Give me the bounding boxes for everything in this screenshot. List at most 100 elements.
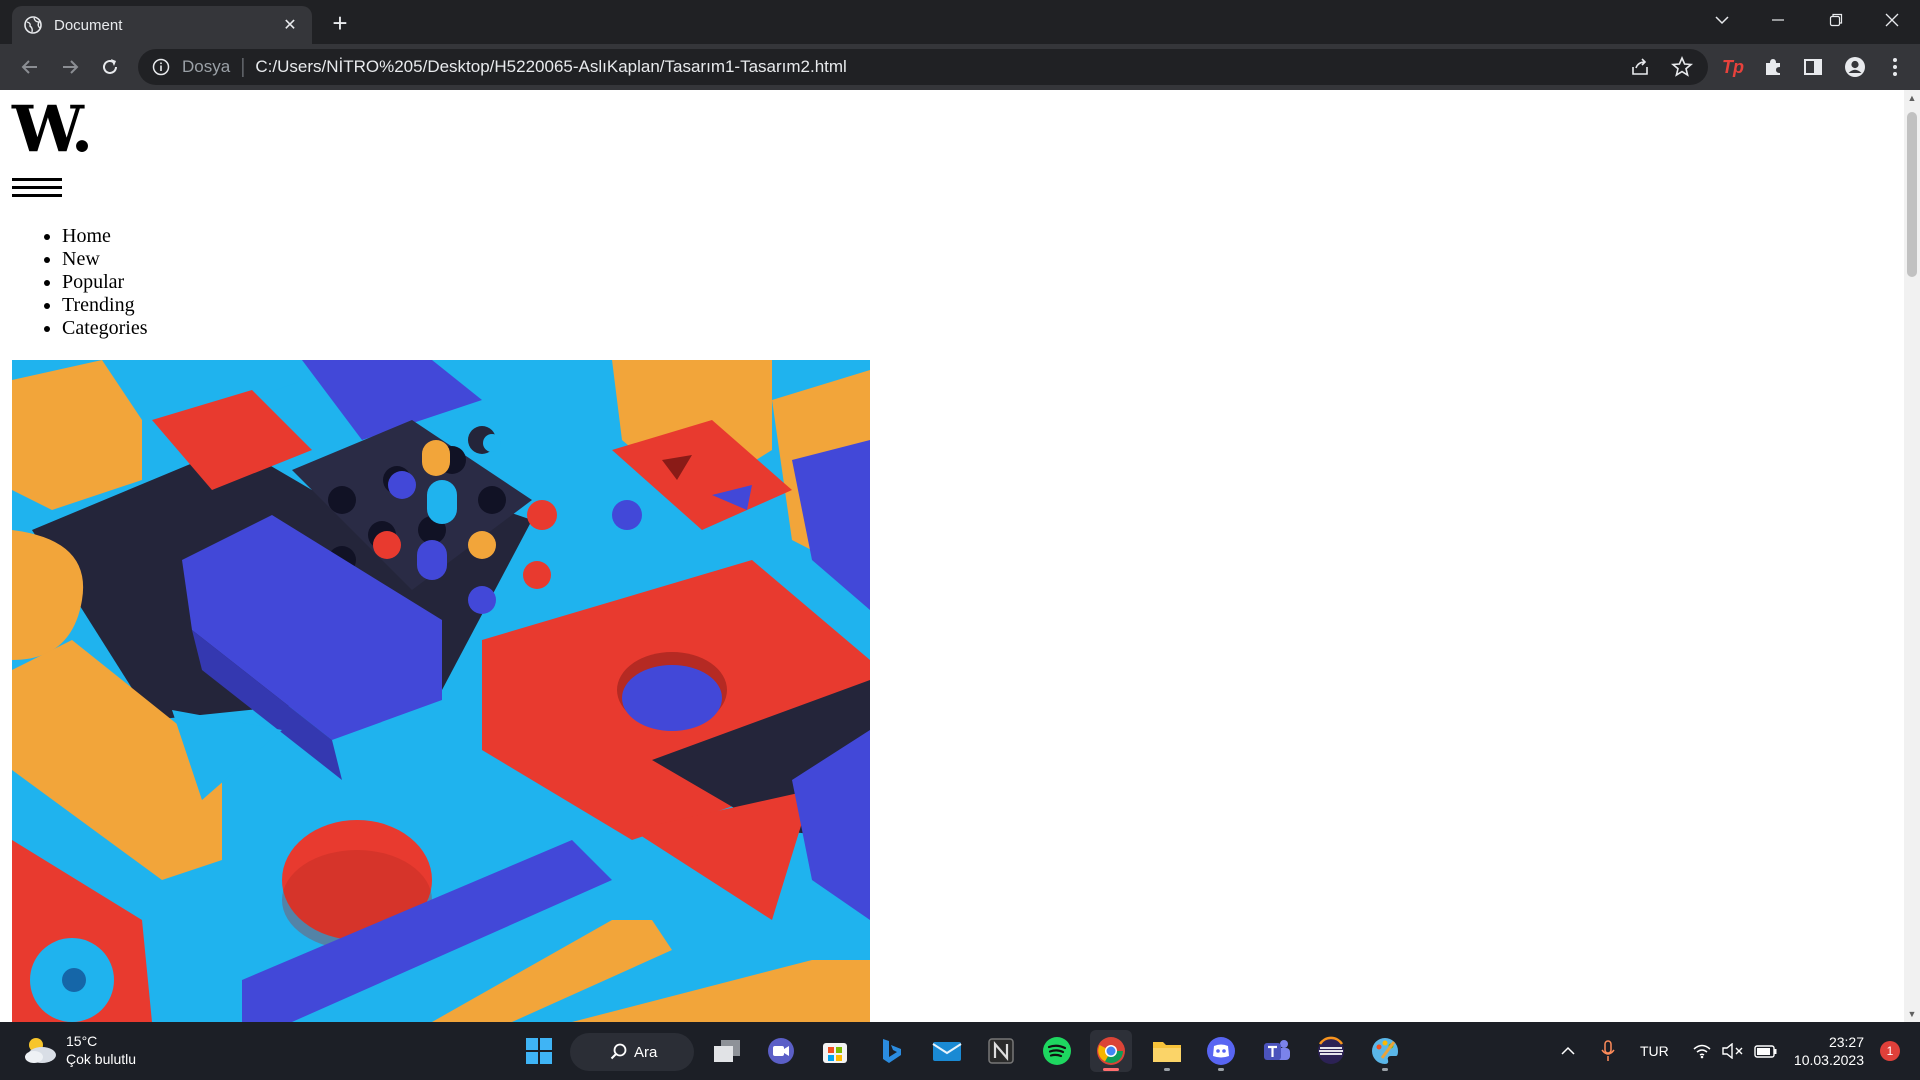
address-bar[interactable]: Dosya | C:/Users/NİTRO%205/Desktop/H5220… [138, 49, 1708, 85]
chrome-app[interactable] [1090, 1030, 1132, 1072]
extensions-button[interactable] [1760, 54, 1786, 80]
language-indicator[interactable]: TUR [1640, 1022, 1669, 1080]
nav-item-trending: Trending [62, 294, 148, 317]
weather-widget[interactable]: 15°C Çok bulutlu [22, 1032, 136, 1068]
eclipse-icon [1318, 1036, 1344, 1064]
vertical-scrollbar[interactable]: ▲ ▼ [1904, 90, 1920, 1022]
nav-link-trending[interactable]: Trending [62, 294, 135, 316]
discord-app[interactable] [1200, 1030, 1242, 1072]
battery-indicator[interactable] [1754, 1022, 1778, 1080]
running-app-indicator [1164, 1068, 1170, 1071]
show-hidden-icons-button[interactable] [1560, 1022, 1576, 1080]
store-app[interactable] [814, 1030, 856, 1072]
omnibox-actions [1628, 55, 1694, 79]
search-icon [610, 1043, 627, 1060]
task-view-icon [714, 1040, 740, 1062]
chrome-icon [1097, 1037, 1125, 1065]
browser-toolbar: Dosya | C:/Users/NİTRO%205/Desktop/H5220… [0, 44, 1920, 90]
eclipse-app[interactable] [1310, 1030, 1352, 1072]
running-app-indicator [1382, 1068, 1388, 1071]
start-button[interactable] [518, 1030, 560, 1072]
bing-app[interactable] [870, 1030, 912, 1072]
file-explorer-app[interactable] [1146, 1030, 1188, 1072]
store-icon [823, 1043, 847, 1063]
nav-item-popular: Popular [62, 271, 148, 294]
hamburger-bar [12, 186, 62, 189]
share-icon[interactable] [1628, 55, 1652, 79]
close-window-button[interactable] [1864, 0, 1920, 40]
tab-close-icon[interactable]: ✕ [280, 15, 300, 35]
hero-image [12, 360, 870, 1022]
forward-button[interactable] [56, 53, 84, 81]
nav-item-new: New [62, 248, 148, 271]
abstract-blocks-illustration [12, 360, 870, 1022]
mail-icon [932, 1042, 962, 1061]
chevron-down-icon [1715, 16, 1729, 25]
spotify-app[interactable] [1036, 1030, 1078, 1072]
nav-link-popular[interactable]: Popular [62, 271, 124, 293]
clock-date: 10.03.2023 [1793, 1052, 1864, 1068]
palette-icon [1372, 1038, 1398, 1064]
hamburger-bar [12, 178, 62, 181]
video-call-icon [768, 1038, 794, 1064]
nav-link-new[interactable]: New [62, 248, 100, 270]
tab-document[interactable]: Document ✕ [12, 6, 312, 44]
new-tab-button[interactable]: + [326, 10, 354, 38]
mail-app[interactable] [926, 1030, 968, 1072]
volume-muted-icon [1722, 1043, 1743, 1059]
chevron-up-icon [1561, 1046, 1575, 1055]
star-icon[interactable] [1670, 55, 1694, 79]
task-view-app[interactable] [706, 1030, 748, 1072]
minimize-icon [1772, 19, 1784, 21]
paint-app[interactable] [1364, 1030, 1406, 1072]
extension-tp-label: Tp [1722, 56, 1744, 77]
microphone-icon [1601, 1040, 1615, 1061]
url-text[interactable]: C:/Users/NİTRO%205/Desktop/H5220065-Aslı… [255, 57, 846, 77]
cloud-sun-icon [25, 1038, 56, 1063]
wifi-indicator[interactable] [1692, 1022, 1712, 1080]
minimize-button[interactable] [1750, 0, 1806, 40]
language-label: TUR [1640, 1043, 1669, 1059]
taskbar-search[interactable]: Ara [570, 1033, 694, 1071]
restore-button[interactable] [1808, 0, 1864, 40]
teams-icon [1264, 1040, 1290, 1060]
microphone-indicator[interactable] [1600, 1022, 1616, 1080]
scroll-down-arrow-icon[interactable]: ▼ [1907, 1009, 1917, 1019]
side-panel-button[interactable] [1800, 54, 1826, 80]
scroll-up-arrow-icon[interactable]: ▲ [1907, 93, 1917, 103]
arrow-left-icon [21, 60, 37, 74]
restore-icon [1829, 13, 1843, 27]
windows-taskbar: 15°C Çok bulutlu Ara TUR 23:27 10.03.202… [0, 1022, 1920, 1080]
scheme-label: Dosya [182, 57, 231, 76]
reload-icon [103, 59, 117, 74]
spotify-icon [1043, 1037, 1071, 1065]
nav-link-home[interactable]: Home [62, 225, 111, 247]
discord-icon [1207, 1037, 1235, 1065]
clock-time: 23:27 [1828, 1034, 1864, 1050]
notification-badge[interactable]: 1 [1880, 1041, 1900, 1061]
wifi-icon [1693, 1044, 1711, 1059]
bing-icon [883, 1039, 901, 1063]
hamburger-bar [12, 194, 62, 197]
reload-button[interactable] [96, 53, 124, 81]
teams-app[interactable] [1256, 1030, 1298, 1072]
meet-app[interactable] [760, 1030, 802, 1072]
profile-button[interactable] [1842, 54, 1868, 80]
notion-app[interactable] [980, 1030, 1022, 1072]
nav-item-categories: Categories [62, 317, 148, 340]
volume-indicator[interactable] [1722, 1022, 1744, 1080]
side-panel-icon [1804, 59, 1822, 75]
menu-button[interactable] [1882, 54, 1908, 80]
extension-tp-icon[interactable]: Tp [1720, 54, 1746, 80]
system-clock[interactable]: 23:27 10.03.2023 [1794, 1033, 1864, 1069]
site-logo[interactable]: W. [12, 94, 93, 166]
active-app-indicator [1103, 1068, 1119, 1071]
notion-icon [988, 1038, 1014, 1064]
tab-search-button[interactable] [1694, 0, 1750, 40]
hamburger-menu-button[interactable] [12, 178, 62, 198]
tab-strip: Document ✕ + [0, 0, 1920, 44]
scrollbar-thumb[interactable] [1907, 112, 1917, 277]
info-icon[interactable] [152, 58, 170, 76]
back-button[interactable] [16, 53, 44, 81]
nav-link-categories[interactable]: Categories [62, 317, 148, 339]
